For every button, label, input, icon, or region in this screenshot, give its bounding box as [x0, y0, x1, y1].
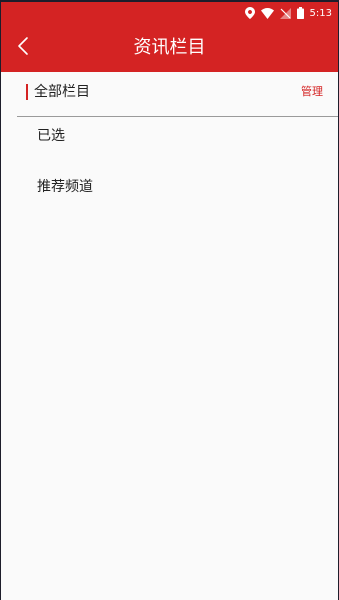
location-icon — [244, 7, 255, 19]
page-title: 资讯栏目 — [133, 37, 206, 58]
app-bar: 资讯栏目 — [1, 24, 338, 72]
divider — [17, 116, 338, 117]
battery-icon — [296, 7, 304, 19]
section-header: 全部栏目 管理 — [1, 72, 338, 116]
wifi-icon — [260, 7, 274, 19]
manage-button[interactable]: 管理 — [301, 84, 323, 100]
back-button[interactable] — [9, 34, 37, 62]
no-signal-icon — [279, 7, 291, 19]
chevron-left-icon — [17, 36, 29, 60]
status-icons: 5:13 — [244, 5, 332, 21]
recommended-group-label: 推荐频道 — [37, 179, 93, 195]
app-screen: 5:13 资讯栏目 全部栏目 管理 已选 推荐频道 — [1, 2, 338, 600]
status-time: 5:13 — [309, 7, 332, 19]
status-bar: 5:13 — [1, 2, 338, 24]
section-accent-bar — [26, 84, 28, 100]
section-title: 全部栏目 — [34, 84, 90, 100]
selected-group-label: 已选 — [37, 128, 65, 144]
